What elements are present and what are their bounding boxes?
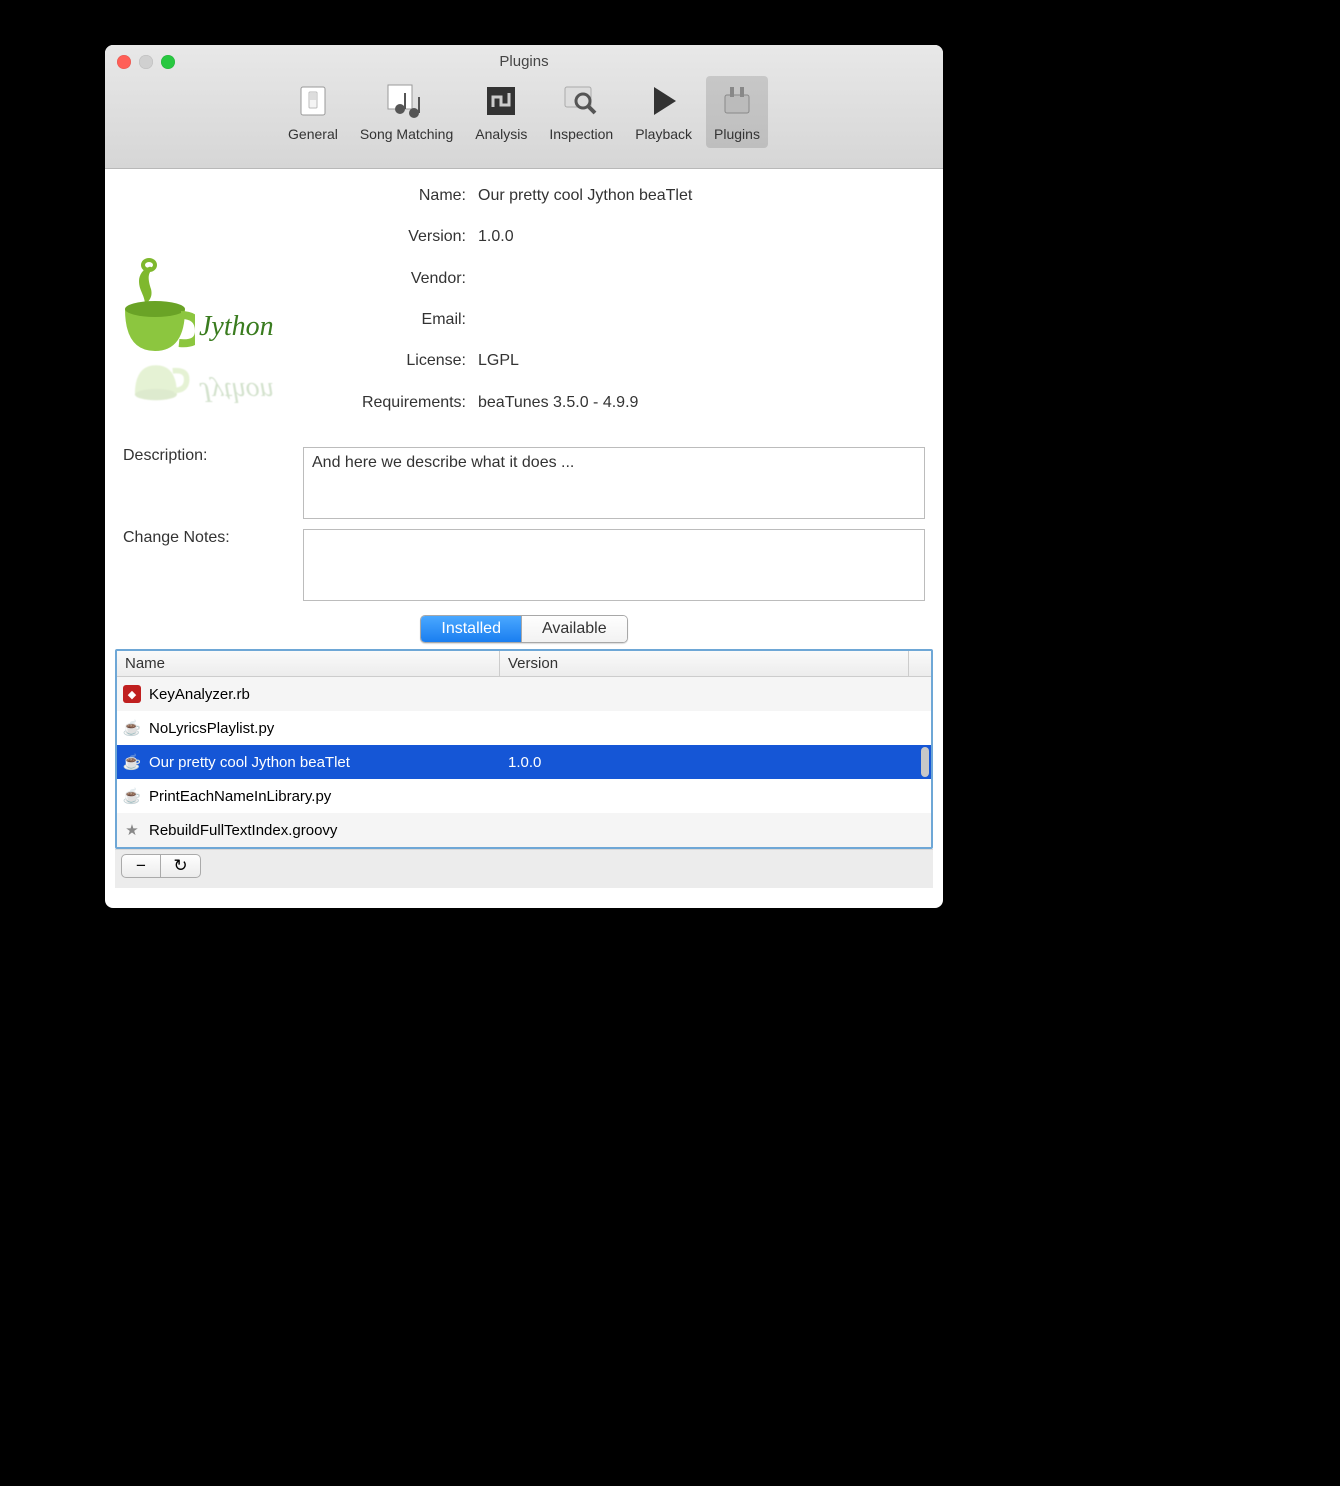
analysis-icon (480, 80, 522, 122)
email-value (478, 311, 692, 348)
vendor-label: Vendor: (321, 270, 466, 307)
license-label: License: (321, 352, 466, 389)
cell-name: Our pretty cool Jython beaTlet (149, 754, 350, 771)
col-spacer (909, 651, 931, 676)
reload-button[interactable]: ↻ (161, 854, 201, 878)
tab-song-matching[interactable]: Song Matching (352, 76, 461, 148)
python-icon: ☕ (123, 719, 141, 737)
toolbar-label: Song Matching (360, 126, 453, 142)
scrollbar-thumb[interactable] (921, 747, 929, 777)
email-label: Email: (321, 311, 466, 348)
cell-name: NoLyricsPlaylist.py (149, 720, 274, 737)
window-title: Plugins (105, 45, 943, 70)
toolbar-label: Playback (635, 126, 692, 142)
cell-name: KeyAnalyzer.rb (149, 686, 250, 703)
cell-name: RebuildFullTextIndex.groovy (149, 822, 337, 839)
groovy-icon: ★ (123, 821, 141, 839)
table-row[interactable]: ☕ Our pretty cool Jython beaTlet 1.0.0 (117, 745, 931, 779)
toolbar-label: General (288, 126, 338, 142)
table-body: ◆ KeyAnalyzer.rb ☕ NoLyricsPlaylist.py ☕ Ou… (117, 677, 931, 847)
remove-button[interactable]: − (121, 854, 161, 878)
tab-plugins[interactable]: Plugins (706, 76, 768, 148)
table-row[interactable]: ☕ NoLyricsPlaylist.py (117, 711, 931, 745)
tab-inspection[interactable]: Inspection (541, 76, 621, 148)
tab-general[interactable]: General (280, 76, 346, 148)
plugin-icon (716, 80, 758, 122)
cell-version: 1.0.0 (500, 754, 909, 771)
python-icon: ☕ (123, 753, 141, 771)
description-label: Description: (123, 447, 303, 519)
version-label: Version: (321, 228, 466, 265)
tab-playback[interactable]: Playback (627, 76, 700, 148)
tab-analysis[interactable]: Analysis (467, 76, 535, 148)
toolbar-label: Analysis (475, 126, 527, 142)
table-header: Name Version (117, 651, 931, 677)
table-toolbar: − ↻ (115, 849, 933, 888)
changenotes-label: Change Notes: (123, 529, 303, 601)
changenotes-text[interactable] (303, 529, 925, 601)
play-icon (643, 80, 685, 122)
content: Jython Jython N (105, 169, 943, 908)
plugin-info: Name: Our pretty cool Jython beaTlet Ver… (321, 187, 692, 431)
toolbar-label: Plugins (714, 126, 760, 142)
toolbar-label: Inspection (549, 126, 613, 142)
jython-text: Jython (199, 311, 274, 343)
version-value: 1.0.0 (478, 228, 692, 265)
switch-icon (292, 80, 334, 122)
titlebar: Plugins General (105, 45, 943, 169)
jython-cup-icon (121, 257, 195, 357)
window-controls (117, 55, 175, 69)
table-row[interactable]: ☕ PrintEachNameInLibrary.py (117, 779, 931, 813)
plugin-logo: Jython Jython (121, 187, 321, 431)
name-value: Our pretty cool Jython beaTlet (478, 187, 692, 224)
minimize-window-button[interactable] (139, 55, 153, 69)
toolbar: General Song Matching (105, 70, 943, 148)
requirements-value: beaTunes 3.5.0 - 4.9.9 (478, 394, 692, 431)
requirements-label: Requirements: (321, 394, 466, 431)
zoom-window-button[interactable] (161, 55, 175, 69)
segmented-control: Installed Available (420, 615, 627, 643)
table-row[interactable]: ◆ KeyAnalyzer.rb (117, 677, 931, 711)
segment-available[interactable]: Available (521, 616, 627, 642)
music-notes-icon (386, 80, 428, 122)
segment-installed[interactable]: Installed (421, 616, 521, 642)
preferences-window: Plugins General (105, 45, 943, 908)
vendor-value (478, 270, 692, 307)
col-version[interactable]: Version (500, 651, 909, 676)
python-icon: ☕ (123, 787, 141, 805)
cell-name: PrintEachNameInLibrary.py (149, 788, 331, 805)
ruby-icon: ◆ (123, 685, 141, 703)
table-row[interactable]: ★ RebuildFullTextIndex.groovy (117, 813, 931, 847)
close-window-button[interactable] (117, 55, 131, 69)
col-name[interactable]: Name (117, 651, 500, 676)
name-label: Name: (321, 187, 466, 224)
plugins-table: Name Version ◆ KeyAnalyzer.rb ☕ NoLyricsPl… (115, 649, 933, 849)
description-text[interactable]: And here we describe what it does ... (303, 447, 925, 519)
magnifier-icon (560, 80, 602, 122)
license-value: LGPL (478, 352, 692, 389)
